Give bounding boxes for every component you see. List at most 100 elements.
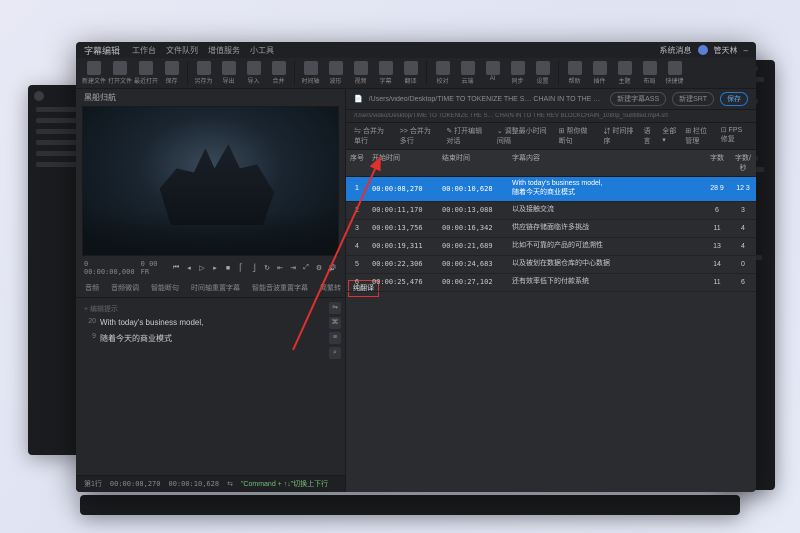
ribbon-button[interactable]: 布局 [638,61,661,85]
ribbon-icon [643,61,657,75]
menu-tools[interactable]: 小工具 [250,45,274,56]
ribbon-button[interactable]: 同步 [506,61,529,85]
ribbon-button[interactable]: 打开文件 [108,61,132,85]
cell-chars: 13 [704,240,730,253]
ribbon-icon [272,61,286,75]
table-row[interactable]: 400:00:19,31100:00:21,689比如不可靠的产品的可追溯性13… [346,238,756,256]
menu-workbench[interactable]: 工作台 [132,45,156,56]
ribbon-button[interactable]: 新建文件 [82,61,106,85]
next-sub-icon[interactable]: ⇥ [288,263,298,273]
volume-icon[interactable]: 🔊 [327,263,337,273]
mark-in-icon[interactable]: ⎡ [236,263,246,273]
main-menu: 工作台 文件队列 增值服务 小工具 [132,45,274,56]
menu-vas[interactable]: 增值服务 [208,45,240,56]
table-row[interactable]: 200:00:11,17000:00:13,088以及接触交流63 [346,202,756,220]
editor-line2-no: 9 [84,333,96,340]
table-row[interactable]: 600:00:25,47600:00:27,102还有效率低下的付款系统116 [346,274,756,292]
editor-tab[interactable]: 简繁转 [315,280,346,297]
fps-fix-button[interactable]: ⊡ FPS修复 [721,126,748,146]
tool-search-icon[interactable]: ⌕ [329,347,341,359]
cell-text: 还有效率低下的付款系统 [508,275,704,290]
ribbon-button[interactable]: 帮助 [563,61,586,85]
merge-single-button[interactable]: ⇋ 合并为单行 [354,126,390,146]
ribbon-button[interactable]: 导入 [242,61,265,85]
ribbon-button[interactable]: 波形 [324,61,347,85]
user-name[interactable]: 管天林 [714,45,738,56]
save-button[interactable]: 保存 [720,92,748,106]
table-row[interactable]: 500:00:22,30600:00:24,683以及被划在数据仓库的中心数据1… [346,256,756,274]
step-fwd-icon[interactable]: ▸ [210,263,220,273]
columns-button[interactable]: ⊞ 栏位管理 [685,126,713,146]
ribbon-button[interactable]: 最近打开 [134,61,158,85]
ribbon-button[interactable]: 导出 [217,61,240,85]
mark-out-icon[interactable]: ⎦ [249,263,259,273]
cell-index: 4 [346,240,368,253]
ribbon-button[interactable]: 云端 [456,61,479,85]
tool-tag-icon[interactable]: ⌘ [329,317,341,329]
editor-tab[interactable]: 音频 [80,280,104,297]
editor-tab[interactable]: 智能音波重置字幕 [247,280,313,297]
ribbon-button[interactable]: 合并 [267,61,290,85]
cell-chars: 28 9 [704,182,730,195]
window-minimize-icon[interactable]: – [744,46,748,55]
merge-multi-button[interactable]: >> 合并为多行 [400,126,437,146]
play-icon[interactable]: ▷ [197,263,207,273]
ribbon-button[interactable]: 视频 [349,61,372,85]
col-start[interactable]: 开始时间 [368,150,438,176]
cell-start: 00:00:25,476 [368,275,438,289]
ribbon-icon [536,61,550,75]
editor-hint: + 编辑提示 [84,304,337,314]
time-sort-button[interactable]: ⇵ 时间排序 [603,126,633,146]
editor-tab[interactable]: 智能断句 [146,280,184,297]
step-back-icon[interactable]: ◂ [184,263,194,273]
auto-split-button[interactable]: ⊞ 帮你做断句 [559,126,594,146]
open-edit-button[interactable]: ✎ 打开编辑对话 [446,126,486,146]
ribbon-button[interactable]: 校对 [431,61,454,85]
rewind-icon[interactable]: ⏮ [171,263,181,273]
table-header: 序号 开始时间 结束时间 字幕内容 字数 字数/秒 [346,150,756,177]
ribbon-button[interactable]: 保存 [160,61,183,85]
ribbon-button[interactable]: AI [481,61,504,85]
ribbon-label: 最近打开 [134,76,158,85]
col-chars[interactable]: 字数 [704,150,730,176]
ribbon-button[interactable]: 时间轴 [299,61,322,85]
status-link-icon[interactable]: ⇆ [227,480,233,488]
subtitle-editor: + 编辑提示 20 With today's business model, 9… [76,298,345,475]
menu-file-queue[interactable]: 文件队列 [166,45,198,56]
video-title: 黑船归航 [76,89,345,106]
cell-start: 00:00:22,306 [368,257,438,271]
editor-tab[interactable]: 时间轴重置字幕 [186,280,245,297]
settings-icon[interactable]: ⚙ [314,263,324,273]
col-cps[interactable]: 字数/秒 [730,150,756,176]
avatar[interactable] [698,45,708,55]
ribbon-button[interactable]: 设置 [531,61,554,85]
new-ass-button[interactable]: 新建字幕ASS [610,92,666,106]
ribbon-button[interactable]: 快捷键 [663,61,686,85]
stop-icon[interactable]: ■ [223,263,233,273]
ribbon-button[interactable]: 插件 [588,61,611,85]
col-text[interactable]: 字幕内容 [508,150,704,176]
subtitle-table[interactable]: 100:00:08,27000:00:10,628With today's bu… [346,177,756,492]
fullscreen-icon[interactable]: ⤢ [301,263,311,273]
tool-swap-icon[interactable]: ⇋ [329,302,341,314]
adjust-gap-button[interactable]: ⌄ 调整最小时间间隔 [497,126,549,146]
editor-tab[interactable]: 音频微调 [106,280,144,297]
col-index[interactable]: 序号 [346,150,368,176]
ribbon-button[interactable]: 主题 [613,61,636,85]
video-preview[interactable] [82,106,339,256]
editor-line2-text[interactable]: 随着今天的商业模式 [100,333,337,344]
ribbon-button[interactable]: 字幕 [374,61,397,85]
new-srt-button[interactable]: 新建SRT [672,92,714,106]
language-select[interactable]: 全部 ▾ [662,126,677,146]
tool-sort-icon[interactable]: ≡ [329,332,341,344]
table-row[interactable]: 100:00:08,27000:00:10,628With today's bu… [346,177,756,202]
table-row[interactable]: 300:00:13,75600:00:16,342供应链存储面临许多挑战114 [346,220,756,238]
editor-line1-text[interactable]: With today's business model, [100,318,337,327]
cell-end: 00:00:21,689 [438,239,508,253]
col-end[interactable]: 结束时间 [438,150,508,176]
system-message-link[interactable]: 系统消息 [660,45,692,56]
loop-icon[interactable]: ↻ [262,263,272,273]
ribbon-button[interactable]: 翻译 [399,61,422,85]
ribbon-button[interactable]: 另存为 [192,61,215,85]
prev-sub-icon[interactable]: ⇤ [275,263,285,273]
